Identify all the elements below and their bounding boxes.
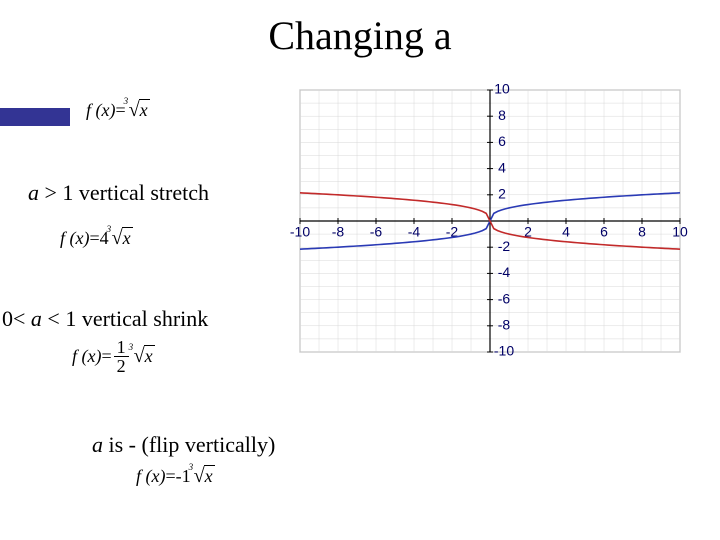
root-degree: 3 xyxy=(107,224,112,234)
stretch-text: > 1 vertical stretch xyxy=(39,180,209,205)
equals-sign: = xyxy=(165,466,175,487)
radical-sign: √ xyxy=(112,227,123,249)
radical-sign: √ xyxy=(129,99,140,121)
root-degree: 3 xyxy=(189,462,194,472)
cube-root-icon: 3 √x xyxy=(126,100,150,121)
flip-text: is - (flip vertically) xyxy=(103,432,275,457)
accent-bar xyxy=(0,108,70,126)
svg-text:-4: -4 xyxy=(498,264,511,280)
shrink-label: 0< a < 1 vertical shrink xyxy=(2,306,208,332)
radicand: x xyxy=(204,465,215,486)
flip-a: a xyxy=(92,432,103,457)
equals-sign: = xyxy=(101,346,111,367)
stretch-label: a > 1 vertical stretch xyxy=(28,180,209,206)
radicand: x xyxy=(139,99,150,120)
formula-flip: f (x) = -1 3 √x xyxy=(136,466,215,487)
formula-lhs: f (x) xyxy=(86,100,115,121)
equals-sign: = xyxy=(89,228,99,249)
radicand: x xyxy=(122,227,133,248)
root-degree: 3 xyxy=(129,342,134,352)
svg-text:-2: -2 xyxy=(498,238,511,254)
page-title: Changing a xyxy=(0,12,720,59)
svg-text:6: 6 xyxy=(600,224,608,240)
cube-root-icon: 3 √x xyxy=(131,346,155,367)
shrink-a: a xyxy=(31,306,42,331)
svg-text:4: 4 xyxy=(562,224,570,240)
radical-sign: √ xyxy=(134,345,145,367)
formula-lhs: f (x) xyxy=(60,228,89,249)
svg-text:8: 8 xyxy=(638,224,646,240)
svg-text:-6: -6 xyxy=(370,224,383,240)
chart: -10-8-6-4-2246810-10-8-6-4-2246810 xyxy=(270,76,710,366)
chart-svg: -10-8-6-4-2246810-10-8-6-4-2246810 xyxy=(270,76,710,366)
radicand: x xyxy=(144,345,155,366)
shrink-pre: 0< xyxy=(2,306,31,331)
cube-root-icon: 3 √x xyxy=(191,466,215,487)
svg-text:-8: -8 xyxy=(332,224,345,240)
svg-text:-6: -6 xyxy=(498,290,511,306)
formula-stretch: f (x) = 4 3 √x xyxy=(60,228,133,249)
flip-label: a is - (flip vertically) xyxy=(92,432,275,458)
svg-text:2: 2 xyxy=(498,186,506,202)
svg-text:-8: -8 xyxy=(498,317,511,333)
denominator: 2 xyxy=(114,356,129,375)
radical-sign: √ xyxy=(194,465,205,487)
svg-text:-10: -10 xyxy=(290,224,310,240)
svg-text:10: 10 xyxy=(672,224,688,240)
svg-text:4: 4 xyxy=(498,159,506,175)
formula-base: f (x) = 3 √x xyxy=(86,100,150,121)
svg-text:-10: -10 xyxy=(494,343,514,359)
svg-text:8: 8 xyxy=(498,107,506,123)
shrink-post: < 1 vertical shrink xyxy=(42,306,208,331)
formula-lhs: f (x) xyxy=(136,466,165,487)
fraction: 1 2 xyxy=(114,338,129,375)
svg-text:-4: -4 xyxy=(408,224,421,240)
svg-text:10: 10 xyxy=(494,81,510,97)
formula-shrink: f (x) = 1 2 3 √x xyxy=(72,338,155,375)
svg-text:6: 6 xyxy=(498,133,506,149)
stretch-a: a xyxy=(28,180,39,205)
formula-lhs: f (x) xyxy=(72,346,101,367)
numerator: 1 xyxy=(114,338,129,356)
cube-root-icon: 3 √x xyxy=(109,228,133,249)
root-degree: 3 xyxy=(124,96,129,106)
